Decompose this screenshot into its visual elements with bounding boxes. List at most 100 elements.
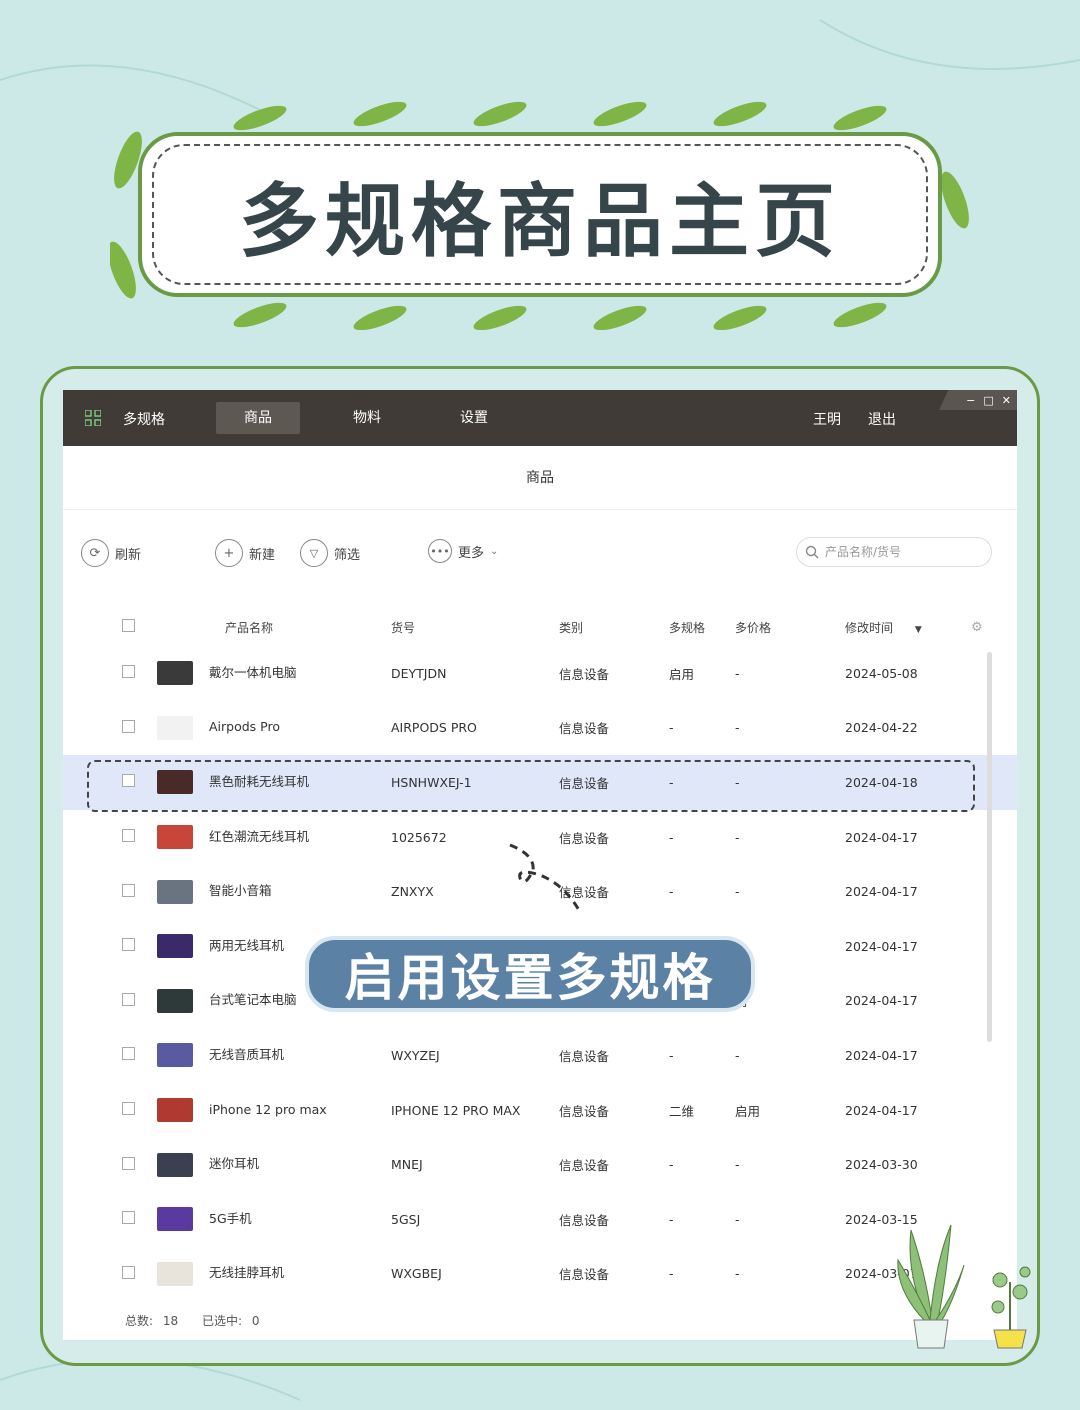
product-category: 信息设备 <box>559 721 610 737</box>
product-sku: AIRPODS PRO <box>391 720 477 736</box>
maximize-icon[interactable]: □ <box>983 394 993 407</box>
gear-icon[interactable]: ⚙ <box>971 620 983 635</box>
search-box[interactable] <box>796 537 992 567</box>
product-modified-time: 2024-05-08 <box>845 665 918 681</box>
product-sku: WXYZEJ <box>391 1047 440 1063</box>
product-category: 信息设备 <box>559 1267 610 1283</box>
close-icon[interactable]: ✕ <box>1002 394 1011 407</box>
product-modified-time: 2024-04-17 <box>845 993 918 1009</box>
table-row[interactable]: 5G手机 5GSJ 信息设备 - -2024-03-15 <box>63 1192 1017 1247</box>
product-multi-price: - <box>735 720 740 736</box>
row-checkbox[interactable] <box>122 992 135 1006</box>
row-checkbox[interactable] <box>122 829 135 843</box>
search-input[interactable] <box>825 545 975 559</box>
col-product-name[interactable]: 产品名称 <box>157 608 391 646</box>
table-row[interactable]: 无线挂脖耳机 WXGBEJ 信息设备 - -2024-03-07 <box>63 1247 1017 1302</box>
product-name[interactable]: 无线挂脖耳机 <box>209 1265 284 1280</box>
row-checkbox[interactable] <box>122 1211 135 1225</box>
col-multi-spec[interactable]: 多规格 <box>669 608 735 646</box>
product-sku: 5GSJ <box>391 1211 421 1227</box>
scrollbar[interactable] <box>987 652 992 1042</box>
ellipsis-icon: ••• <box>428 539 452 563</box>
product-sku: WXGBEJ <box>391 1266 442 1282</box>
user-name[interactable]: 王明 <box>813 409 841 429</box>
product-modified-time: 2024-04-17 <box>845 938 918 954</box>
filter-label: 筛选 <box>334 547 361 563</box>
col-multi-price[interactable]: 多价格 <box>735 608 845 646</box>
new-label: 新建 <box>249 547 276 563</box>
product-thumbnail <box>157 1261 193 1286</box>
col-sku[interactable]: 货号 <box>391 608 559 646</box>
table-footer: 总数: 18 已选中: 0 <box>125 1312 260 1329</box>
product-modified-time: 2024-03-30 <box>845 1157 918 1173</box>
product-name[interactable]: 台式笔记本电脑 <box>209 992 297 1007</box>
product-name[interactable]: 两用无线耳机 <box>209 938 284 953</box>
filter-button[interactable]: ▽ 筛选 <box>300 539 360 567</box>
nav-tab-materials[interactable]: 物料 <box>325 402 409 434</box>
grid-logo-icon <box>85 410 101 426</box>
row-checkbox[interactable] <box>122 883 135 897</box>
product-thumbnail <box>157 988 193 1013</box>
table-row[interactable]: 戴尔一体机电脑 DEYTJDN 信息设备 启用 - 2024-05-08 <box>63 646 1017 701</box>
product-multi-price: - <box>735 1047 740 1063</box>
logout-button[interactable]: 退出 <box>868 409 896 429</box>
col-category[interactable]: 类别 <box>559 608 669 646</box>
product-name[interactable]: Airpods Pro <box>209 719 280 734</box>
product-multi-price: - <box>735 1157 740 1173</box>
product-sku: DEYTJDN <box>391 665 447 681</box>
product-name[interactable]: 5G手机 <box>209 1211 252 1226</box>
product-multi-spec: - <box>669 884 674 900</box>
product-name[interactable]: 迷你耳机 <box>209 1156 259 1171</box>
product-category: 信息设备 <box>559 666 610 682</box>
row-checkbox[interactable] <box>122 1102 135 1116</box>
nav-tab-settings[interactable]: 设置 <box>432 402 516 434</box>
table-row[interactable]: 无线音质耳机 WXYZEJ 信息设备 - - 2024-04-17 <box>63 1028 1017 1083</box>
row-checkbox[interactable] <box>122 938 135 952</box>
product-thumbnail <box>157 825 193 850</box>
product-sku: IPHONE 12 PRO MAX <box>391 1102 521 1118</box>
selected-count: 0 <box>251 1314 260 1328</box>
product-thumbnail <box>157 1043 193 1068</box>
col-modified-time[interactable]: 修改时间 ▼ <box>845 608 971 646</box>
table-row[interactable]: 迷你耳机 MNEJ 信息设备 - - 2024-03-30 <box>63 1137 1017 1192</box>
product-name[interactable]: 无线音质耳机 <box>209 1047 284 1062</box>
chevron-down-icon: ⌄ <box>490 545 499 557</box>
product-multi-spec: - <box>669 1211 674 1227</box>
total-count: 18 <box>162 1314 179 1328</box>
toolbar: ⟳ 刷新 + 新建 ▽ 筛选 ••• 更多 ⌄ <box>63 537 1017 567</box>
table-row[interactable]: iPhone 12 pro max IPHONE 12 PRO MAX 信息设备 二维… <box>63 1083 1017 1138</box>
row-checkbox[interactable] <box>122 665 135 679</box>
new-button[interactable]: + 新建 <box>215 539 275 567</box>
potted-plant-icon <box>897 1224 965 1349</box>
product-modified-time: 2024-04-17 <box>845 1047 918 1063</box>
product-name[interactable]: 红色潮流无线耳机 <box>209 829 309 844</box>
filter-icon: ▽ <box>300 539 328 567</box>
page-title: 商品 <box>63 446 1017 510</box>
row-checkbox[interactable] <box>122 719 135 733</box>
more-button[interactable]: ••• 更多 ⌄ <box>428 539 498 563</box>
nav-tab-products[interactable]: 商品 <box>216 402 300 434</box>
total-label: 总数: <box>125 1314 154 1328</box>
product-thumbnail <box>157 1098 193 1123</box>
row-checkbox[interactable] <box>122 1265 135 1279</box>
product-name[interactable]: iPhone 12 pro max <box>209 1102 327 1117</box>
refresh-button[interactable]: ⟳ 刷新 <box>81 539 141 567</box>
search-icon <box>805 545 819 559</box>
product-multi-spec: - <box>669 720 674 736</box>
product-multi-price: - <box>735 1211 740 1227</box>
minimize-icon[interactable]: − <box>966 394 975 407</box>
product-multi-spec: - <box>669 1266 674 1282</box>
table-row[interactable]: Airpods Pro AIRPODS PRO 信息设备 - - 2024-04-22 <box>63 701 1017 756</box>
row-checkbox[interactable] <box>122 1047 135 1061</box>
product-multi-spec: - <box>669 829 674 845</box>
select-all-checkbox[interactable] <box>122 619 135 632</box>
row-checkbox[interactable] <box>122 1156 135 1170</box>
top-navbar: 多规格 商品 物料 设置 王明 退出 − □ ✕ <box>63 390 1017 446</box>
product-multi-spec: - <box>669 1047 674 1063</box>
product-name[interactable]: 智能小音箱 <box>209 883 272 898</box>
product-name[interactable]: 戴尔一体机电脑 <box>209 665 297 680</box>
sort-desc-icon[interactable]: ▼ <box>915 625 922 635</box>
app-name: 多规格 <box>123 412 165 428</box>
product-thumbnail <box>157 1152 193 1177</box>
product-thumbnail <box>157 661 193 686</box>
